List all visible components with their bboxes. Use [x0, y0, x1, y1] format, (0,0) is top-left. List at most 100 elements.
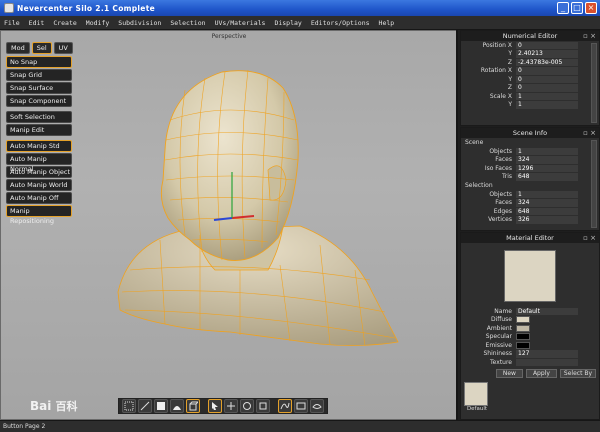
scale-icon[interactable] — [256, 399, 270, 413]
scene-isofaces-value: 1296 — [516, 164, 578, 172]
face-select-icon[interactable] — [154, 399, 168, 413]
window-title: Nevercenter Silo 2.1 Complete — [17, 3, 155, 13]
no-snap-button[interactable]: No Snap — [6, 56, 72, 68]
rotation-z-field[interactable]: 0 — [516, 84, 578, 92]
numerical-editor-title: Numerical Editor — [502, 32, 558, 40]
auto-manip-object-button[interactable]: Auto Manip Object — [6, 166, 72, 178]
paint-select-icon[interactable] — [310, 399, 324, 413]
select-arrow-icon[interactable] — [208, 399, 222, 413]
scale-x-field[interactable]: 1 — [516, 92, 578, 100]
app-icon — [4, 3, 14, 13]
snap-component-button[interactable]: Snap Component — [6, 95, 72, 107]
lasso-icon[interactable] — [278, 399, 292, 413]
specular-label: Specular — [485, 333, 512, 341]
maximize-button[interactable]: □ — [571, 2, 583, 14]
watermark-zh: 百科 — [55, 400, 78, 413]
new-material-button[interactable]: New — [495, 368, 523, 378]
material-editor-header: Material Editor ▫ × — [461, 233, 599, 243]
scene-objects-value: 1 — [516, 147, 578, 155]
menu-file[interactable]: File — [4, 19, 20, 27]
rect-select-icon[interactable] — [294, 399, 308, 413]
auto-manip-off-button[interactable]: Auto Manip Off — [6, 192, 72, 204]
sel-edges-value: 648 — [516, 207, 578, 215]
scene-info-title: Scene Info — [512, 129, 548, 137]
panel-close-icon[interactable]: ▫ × — [583, 31, 596, 41]
snap-grid-button[interactable]: Snap Grid — [6, 69, 72, 81]
mode-sel-button[interactable]: Sel — [31, 42, 52, 54]
title-bar: Nevercenter Silo 2.1 Complete _ □ × — [0, 0, 600, 16]
emissive-color-swatch[interactable] — [516, 341, 530, 349]
numerical-editor-header: Numerical Editor ▫ × — [461, 31, 599, 41]
menu-display[interactable]: Display — [274, 19, 301, 27]
texture-field[interactable] — [516, 358, 578, 366]
specular-color-swatch[interactable] — [516, 333, 530, 341]
name-label: Name — [494, 307, 512, 315]
menu-uvs-materials[interactable]: UVs/Materials — [215, 19, 266, 27]
select-by-material-button[interactable]: Select By — [559, 368, 596, 378]
scene-faces-value: 324 — [516, 156, 578, 164]
apply-material-button[interactable]: Apply — [525, 368, 557, 378]
diffuse-label: Diffuse — [490, 316, 512, 324]
position-z-field[interactable]: -2.43783e-005 — [516, 58, 578, 66]
material-preview-swatch — [504, 250, 556, 302]
close-button[interactable]: × — [585, 2, 597, 14]
texture-label: Texture — [490, 358, 512, 366]
ambient-color-swatch[interactable] — [516, 324, 530, 332]
material-name-field[interactable]: Default — [516, 307, 578, 315]
snap-surface-button[interactable]: Snap Surface — [6, 82, 72, 94]
surface-select-icon[interactable] — [170, 399, 184, 413]
scene-info-scrollbar[interactable] — [591, 140, 597, 228]
menu-editors-options[interactable]: Editors/Options — [311, 19, 370, 27]
menu-selection[interactable]: Selection — [170, 19, 205, 27]
status-bar: Button Page 2 — [0, 420, 600, 432]
scene-info-panel: Scene Info ▫ × Scene Objects 1 Faces 324 I… — [460, 127, 600, 231]
minimize-button[interactable]: _ — [557, 2, 569, 14]
panel-close-icon[interactable]: ▫ × — [583, 233, 596, 243]
mode-uv-button[interactable]: UV — [53, 42, 73, 54]
edge-select-icon[interactable] — [138, 399, 152, 413]
bottom-toolbar — [118, 398, 328, 414]
scale-label: Scale X — [489, 92, 512, 100]
position-label: Position X — [482, 41, 512, 49]
perspective-viewport[interactable]: Perspective Mod Sel UV No Snap Snap Grid… — [0, 30, 458, 420]
menu-bar: File Edit Create Modify Subdivision Sele… — [0, 16, 600, 30]
rotation-x-field[interactable]: 0 — [516, 67, 578, 75]
numerical-editor-panel: Numerical Editor ▫ × Position X0 Y 2.4021… — [460, 30, 600, 126]
rotation-y-field[interactable]: 0 — [516, 75, 578, 83]
menu-subdivision[interactable]: Subdivision — [118, 19, 161, 27]
manip-repositioning-button[interactable]: Manip Repositioning — [6, 205, 72, 225]
default-material-thumb[interactable] — [464, 381, 488, 406]
sel-faces-value: 324 — [516, 199, 578, 207]
soft-selection-button[interactable]: Soft Selection — [6, 111, 72, 123]
panel-close-icon[interactable]: ▫ × — [583, 128, 596, 138]
move-icon[interactable] — [224, 399, 238, 413]
sel-vertices-value: 326 — [516, 216, 578, 224]
menu-edit[interactable]: Edit — [29, 19, 45, 27]
position-y-field[interactable]: 2.40213 — [516, 50, 578, 58]
menu-help[interactable]: Help — [379, 19, 395, 27]
auto-manip-normal-button[interactable]: Auto Manip Normal — [6, 153, 72, 173]
material-editor-title: Material Editor — [506, 234, 554, 242]
scene-tris-value: 648 — [516, 173, 578, 181]
numerical-editor-scrollbar[interactable] — [591, 43, 597, 123]
position-x-field[interactable]: 0 — [516, 41, 578, 49]
auto-manip-std-button[interactable]: Auto Manip Std — [6, 140, 72, 152]
scale-y-field[interactable]: 1 — [516, 101, 578, 109]
mode-mod-button[interactable]: Mod — [6, 42, 30, 54]
manip-edit-button[interactable]: Manip Edit — [6, 124, 72, 136]
baidu-watermark: Bai 百科 — [30, 398, 78, 414]
auto-manip-world-button[interactable]: Auto Manip World — [6, 179, 72, 191]
selection-section-label: Selection — [465, 182, 493, 189]
scene-info-header: Scene Info ▫ × — [461, 128, 599, 138]
menu-modify[interactable]: Modify — [86, 19, 109, 27]
rotate-icon[interactable] — [240, 399, 254, 413]
material-editor-panel: Material Editor ▫ × Name Default Diffuse … — [460, 232, 600, 420]
shininess-label: Shininess — [483, 350, 513, 358]
shininess-field[interactable]: 127 — [516, 350, 578, 358]
menu-create[interactable]: Create — [53, 19, 76, 27]
left-toolbar: Mod Sel UV No Snap Snap Grid Snap Surfac… — [6, 42, 73, 225]
object-select-icon[interactable] — [186, 399, 200, 413]
vertex-select-icon[interactable] — [122, 399, 136, 413]
diffuse-color-swatch[interactable] — [516, 316, 530, 324]
ambient-label: Ambient — [486, 324, 512, 332]
